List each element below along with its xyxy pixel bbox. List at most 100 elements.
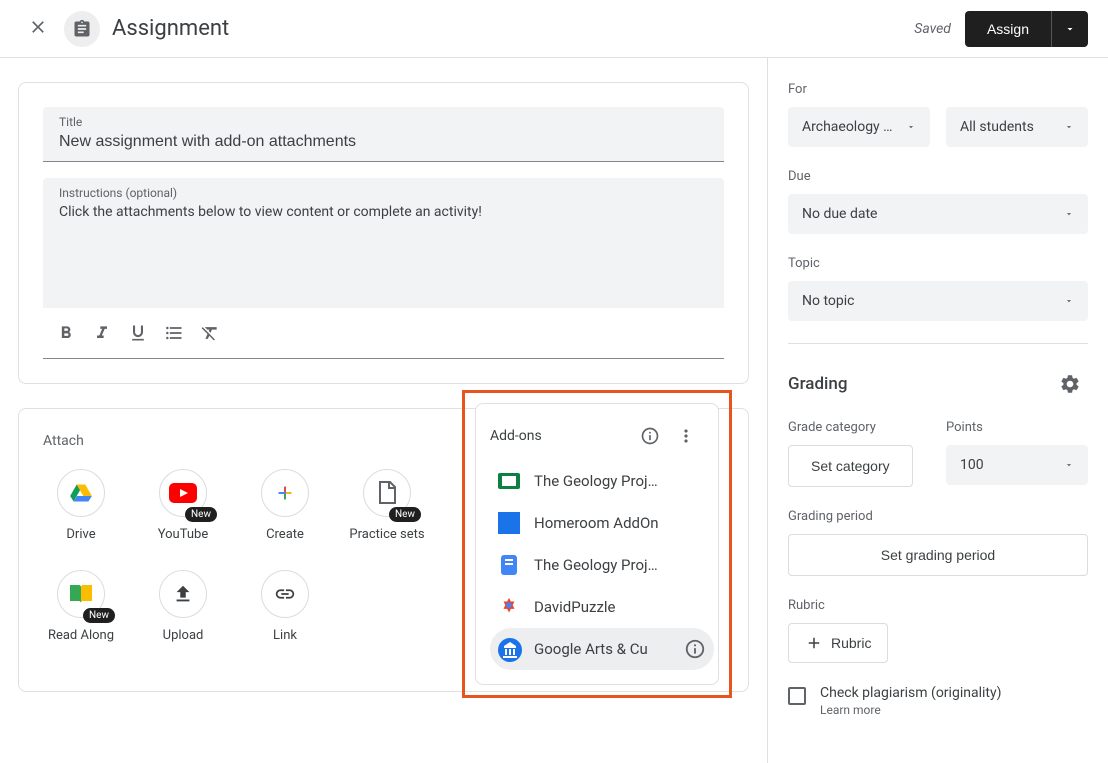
grading-settings-button[interactable]	[1052, 366, 1088, 402]
addons-highlight: Add-ons The Geology Proj…Homeroom AddOnT…	[462, 390, 732, 698]
addons-more-button[interactable]	[668, 418, 704, 454]
bullet-list-icon	[164, 323, 184, 343]
grading-period-label: Grading period	[788, 509, 1088, 524]
assignment-icon	[64, 11, 100, 47]
plus-icon	[261, 469, 309, 517]
plagiarism-row[interactable]: Check plagiarism (originality) Learn mor…	[788, 685, 1088, 717]
chevron-down-icon	[1064, 460, 1074, 470]
new-badge: New	[83, 608, 115, 623]
divider	[788, 343, 1088, 344]
clear-format-icon	[200, 323, 220, 343]
topic-value: No topic	[802, 293, 854, 309]
attach-item-label: Read Along	[43, 628, 119, 645]
for-label: For	[788, 82, 1088, 97]
link-icon	[261, 570, 309, 618]
sidebar: For Archaeology … All students Due No du…	[768, 58, 1108, 763]
attach-item-read[interactable]: New Read Along	[43, 570, 119, 645]
saved-status: Saved	[914, 21, 951, 37]
attach-item-plus[interactable]: Create	[247, 469, 323, 544]
attach-item-label: YouTube	[145, 527, 221, 544]
chevron-down-icon	[1064, 296, 1074, 306]
chevron-down-icon	[906, 122, 916, 132]
bold-icon	[56, 323, 76, 343]
topic-label: Topic	[788, 256, 1088, 271]
attach-item-label: Upload	[145, 628, 221, 645]
header-bar: Assignment Saved Assign	[0, 0, 1108, 58]
class-select[interactable]: Archaeology …	[788, 107, 930, 147]
set-grading-period-button[interactable]: Set grading period	[788, 534, 1088, 576]
addon-label: The Geology Proj…	[534, 472, 706, 490]
rubric-label: Rubric	[788, 598, 1088, 613]
attach-item-label: Drive	[43, 527, 119, 544]
page-title: Assignment	[112, 16, 229, 41]
editor-card: Title Instructions (optional) Click the …	[18, 82, 749, 384]
assign-button[interactable]: Assign	[965, 11, 1051, 47]
upload-icon	[159, 570, 207, 618]
plus-icon	[805, 634, 823, 652]
bold-button[interactable]	[49, 318, 83, 348]
addon-label: Homeroom AddOn	[534, 514, 706, 532]
attach-grid: DriveNewYouTubeCreateNewPractice setsNew…	[43, 469, 463, 645]
info-icon[interactable]	[684, 638, 706, 660]
class-value: Archaeology …	[802, 119, 893, 135]
editor-toolbar	[43, 308, 724, 359]
attach-item-label: Link	[247, 628, 323, 645]
attach-item-link[interactable]: Link	[247, 570, 323, 645]
addon-icon	[498, 512, 520, 534]
title-field[interactable]: Title	[43, 107, 724, 162]
attach-item-upload[interactable]: Upload	[145, 570, 221, 645]
students-select[interactable]: All students	[946, 107, 1088, 147]
rubric-button[interactable]: Rubric	[788, 623, 888, 663]
grading-title: Grading	[788, 374, 847, 394]
more-vert-icon	[676, 426, 696, 446]
attach-item-label: Practice sets	[349, 527, 425, 544]
instructions-input[interactable]: Click the attachments below to view cont…	[59, 204, 708, 220]
plagiarism-checkbox[interactable]	[788, 687, 806, 705]
italic-button[interactable]	[85, 318, 119, 348]
addons-info-button[interactable]	[632, 418, 668, 454]
attach-item-drive[interactable]: Drive	[43, 469, 119, 544]
addon-label: DavidPuzzle	[534, 598, 706, 616]
title-label: Title	[59, 115, 708, 129]
due-label: Due	[788, 169, 1088, 184]
bullet-list-button[interactable]	[157, 318, 191, 348]
addon-item[interactable]: Homeroom AddOn	[490, 502, 714, 544]
assign-button-group: Assign	[965, 11, 1088, 47]
addon-icon	[498, 596, 520, 618]
attach-item-file[interactable]: New Practice sets	[349, 469, 425, 544]
points-select[interactable]: 100	[946, 445, 1088, 485]
chevron-down-icon	[1064, 23, 1076, 35]
addon-item[interactable]: DavidPuzzle	[490, 586, 714, 628]
learn-more-link[interactable]: Learn more	[820, 703, 1001, 717]
due-select[interactable]: No due date	[788, 194, 1088, 234]
close-button[interactable]	[20, 9, 56, 48]
rubric-button-label: Rubric	[831, 635, 871, 651]
addon-item[interactable]: Google Arts & Cu	[490, 628, 714, 670]
title-input[interactable]	[59, 133, 708, 151]
attach-item-youtube[interactable]: New YouTube	[145, 469, 221, 544]
addon-label: The Geology Proj…	[534, 556, 706, 574]
assign-dropdown-button[interactable]	[1051, 11, 1088, 47]
addons-list[interactable]: The Geology Proj… Homeroom AddOn The Geolo…	[490, 460, 714, 670]
addon-icon	[498, 554, 520, 576]
new-badge: New	[185, 507, 217, 522]
addon-item[interactable]: The Geology Proj…	[490, 460, 714, 502]
chevron-down-icon	[1064, 122, 1074, 132]
close-icon	[28, 17, 48, 37]
due-value: No due date	[802, 206, 877, 222]
points-label: Points	[946, 420, 1088, 435]
new-badge: New	[389, 507, 421, 522]
addons-panel: Add-ons The Geology Proj…Homeroom AddOnT…	[475, 403, 719, 685]
topic-select[interactable]: No topic	[788, 281, 1088, 321]
addons-title: Add-ons	[490, 428, 632, 444]
grade-category-label: Grade category	[788, 420, 930, 435]
points-value: 100	[960, 457, 984, 473]
addon-item[interactable]: The Geology Proj…	[490, 544, 714, 586]
attach-item-label: Create	[247, 527, 323, 544]
clear-format-button[interactable]	[193, 318, 227, 348]
addon-icon	[498, 470, 520, 492]
underline-button[interactable]	[121, 318, 155, 348]
set-category-button[interactable]: Set category	[788, 445, 913, 487]
students-value: All students	[960, 119, 1034, 135]
instructions-field[interactable]: Instructions (optional) Click the attach…	[43, 178, 724, 308]
